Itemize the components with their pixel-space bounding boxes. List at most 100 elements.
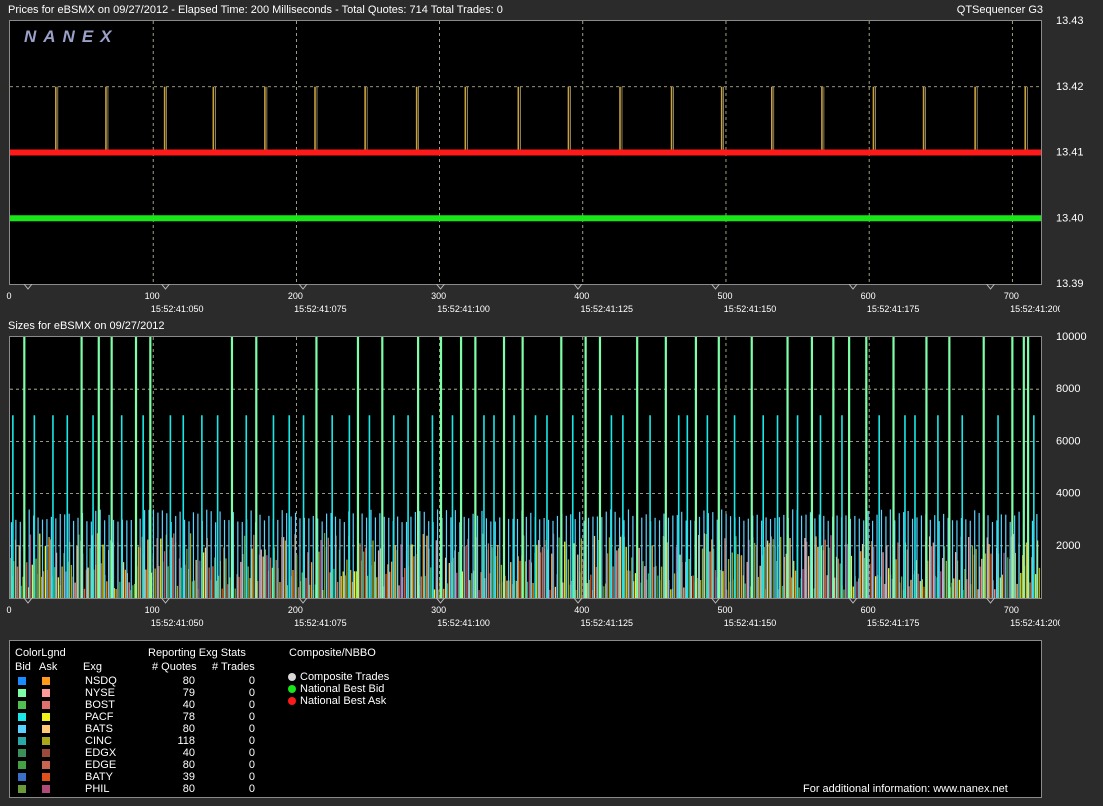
legend-panel: ColorLgnd Bid Ask Exg Reporting Exg Stat… [9,640,1042,798]
sizes-chart-header: Sizes for eBSMX on 09/27/2012 [8,320,165,332]
exg-name: PHIL [85,783,110,795]
trade-count: 0 [248,747,255,759]
x-tick-label: 600 [861,291,876,301]
ask-swatch [42,749,50,757]
time-label: 15:52:41:100 [437,304,490,314]
ask-swatch [42,701,50,709]
scroll-marker [436,598,445,604]
trade-count: 0 [248,675,255,687]
ask-swatch [42,713,50,721]
price-y-tick-label: 13.41 [1056,147,1084,159]
sizes-chart [10,337,1041,598]
sizes-chart-panel [9,336,1042,599]
trade-count: 0 [248,735,255,747]
size-y-tick-label: 2000 [1056,540,1080,552]
quote-count: 80 [182,723,195,735]
price-y-tick-label: 13.43 [1056,15,1084,27]
time-label: 15:52:41:050 [151,618,204,628]
x-tick-label: 500 [717,291,732,301]
exg-name: NYSE [85,687,115,699]
ask-swatch [42,689,50,697]
bid-swatch [18,677,26,685]
quote-count: 39 [182,771,195,783]
scroll-marker [436,284,445,290]
price-y-tick-label: 13.39 [1056,278,1084,290]
time-label: 15:52:41:175 [867,304,920,314]
x-tick-label: 0 [6,605,11,615]
bid-swatch [18,761,26,769]
scroll-marker [986,598,995,604]
x-tick-label: 200 [288,605,303,615]
price-chart [10,21,1041,284]
time-label: 15:52:41:050 [151,304,204,314]
trade-count: 0 [248,759,255,771]
scroll-marker [298,598,308,604]
composite-label: Composite Trades [300,671,390,683]
quote-count: 78 [182,711,195,723]
ask-swatch [42,677,50,685]
ask-swatch [42,737,50,745]
bid-swatch [18,725,26,733]
price-chart-panel: NANEX [9,20,1042,285]
x-tick-label: 400 [574,605,589,615]
quote-count: 80 [182,783,195,795]
composite-dot-icon [288,685,296,693]
app-name: QTSequencer G3 [956,4,1043,16]
scroll-marker [573,284,583,290]
time-label: 15:52:41:125 [580,304,633,314]
scroll-marker [848,284,858,290]
exg-name: BATY [85,771,113,783]
x-tick-label: 500 [717,605,732,615]
exg-name: NSDQ [85,675,117,687]
legend-ask-header: Ask [39,661,58,673]
price-x-axis: 0 100 200 300 400 500 600 700 15:52:41:050 15:52:… [6,284,1060,314]
scroll-marker [711,284,720,290]
quote-count: 40 [182,699,195,711]
sizes-y-axis: 10000 8000 6000 4000 2000 [1056,331,1087,552]
size-y-tick-label: 8000 [1056,383,1080,395]
legend-title: ColorLgnd [15,647,66,659]
legend-exg-header: Exg [83,661,102,673]
x-tick-label: 700 [1004,605,1019,615]
footer-link[interactable]: For additional information: www.nanex.ne… [803,783,1008,795]
x-tick-label: 300 [431,605,446,615]
scroll-marker [161,598,170,604]
size-y-tick-label: 10000 [1056,331,1087,343]
exg-name: CINC [85,735,112,747]
time-label: 15:52:41:175 [867,618,920,628]
quote-count: 80 [182,759,195,771]
quote-count: 40 [182,747,195,759]
x-tick-label: 700 [1004,291,1019,301]
composite-dot-icon [288,697,296,705]
scroll-marker [711,598,720,604]
time-label: 15:52:41:200 [1010,304,1060,314]
x-tick-label: 200 [288,291,303,301]
bid-swatch [18,749,26,757]
scroll-marker [986,284,995,290]
x-tick-label: 0 [6,291,11,301]
scroll-marker [23,284,33,290]
ask-swatch [42,761,50,769]
bid-swatch [18,785,26,793]
price-y-tick-label: 13.40 [1056,212,1084,224]
time-label: 15:52:41:075 [294,618,347,628]
scroll-marker [298,284,308,290]
exg-name: BATS [85,723,113,735]
ask-swatch [42,725,50,733]
time-label: 15:52:41:150 [724,618,777,628]
x-tick-label: 300 [431,291,446,301]
quote-count: 80 [182,675,195,687]
scroll-marker [848,598,858,604]
trade-count: 0 [248,711,255,723]
trade-count: 0 [248,783,255,795]
bid-swatch [18,701,26,709]
x-tick-label: 100 [145,605,160,615]
quote-count: 79 [182,687,195,699]
trade-count: 0 [248,687,255,699]
exg-name: PACF [85,711,114,723]
composite-label: National Best Bid [300,683,385,695]
size-y-tick-label: 4000 [1056,488,1080,500]
composite-title: Composite/NBBO [289,647,376,659]
x-tick-label: 400 [574,291,589,301]
composite-dot-icon [288,673,296,681]
